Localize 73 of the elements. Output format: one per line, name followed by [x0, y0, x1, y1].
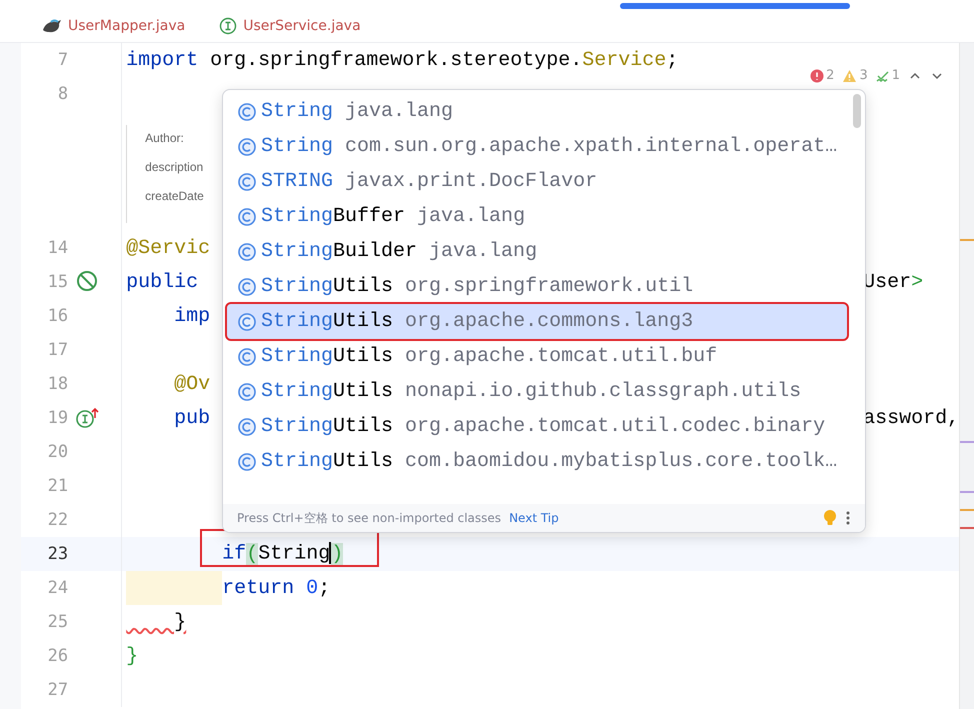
interface-icon — [219, 17, 238, 35]
line-number: 15 — [46, 272, 68, 292]
warning-count[interactable]: 3 — [859, 68, 868, 83]
scrollbar-thumb[interactable] — [853, 94, 861, 128]
class-icon — [237, 346, 257, 366]
line-number: 27 — [46, 680, 68, 700]
bird-icon — [42, 18, 62, 34]
class-icon — [237, 382, 257, 402]
line-number: 21 — [46, 476, 68, 496]
class-icon — [237, 276, 257, 296]
line-number: 23 — [46, 544, 68, 564]
doc-label: createDate — [145, 189, 205, 203]
stripe-mark[interactable] — [960, 239, 974, 241]
code-text: assword, — [863, 406, 960, 430]
code-text: import org.springframework.stereotype.Service; — [126, 48, 678, 72]
code-text: return 0; — [222, 576, 330, 600]
class-icon — [237, 452, 257, 472]
line-number: 25 — [46, 612, 68, 632]
line-number: 17 — [46, 340, 68, 360]
code-text: imp — [173, 304, 210, 328]
lightbulb-icon[interactable] — [823, 509, 837, 527]
line-number: 16 — [46, 306, 68, 326]
code-text: pub — [173, 406, 210, 430]
line-number: 14 — [46, 238, 68, 258]
class-icon — [237, 242, 257, 262]
completion-item[interactable]: StringBuilder java.lang — [227, 234, 847, 269]
doc-label: Author: — [145, 131, 185, 145]
error-count[interactable]: 2 — [826, 68, 834, 83]
completion-item[interactable]: String com.sun.org.apache.xpath.internal.operat… — [227, 129, 847, 164]
code-text: @Servic — [126, 236, 210, 260]
warning-icon[interactable] — [842, 68, 858, 82]
error-icon[interactable] — [810, 68, 824, 82]
code-text: public — [126, 270, 198, 294]
line-number: 7 — [56, 50, 68, 70]
line-number: 19 — [46, 408, 68, 428]
stripe-mark[interactable] — [960, 527, 974, 529]
line-number: 26 — [46, 646, 68, 666]
class-icon — [237, 136, 257, 156]
more-icon[interactable] — [845, 510, 851, 526]
next-tip-link[interactable]: Next Tip — [509, 511, 559, 525]
line-number: 22 — [46, 510, 68, 530]
completion-item[interactable]: StringUtils org.apache.tomcat.util.codec.binary — [227, 409, 847, 444]
class-icon — [237, 206, 257, 226]
doc-label: description — [145, 160, 204, 174]
line-number: 18 — [46, 374, 68, 394]
completion-item[interactable]: StringUtils org.apache.commons.lang3 — [227, 304, 847, 339]
completion-item[interactable]: STRING javax.print.DocFlavor — [227, 164, 847, 199]
class-icon — [237, 416, 257, 436]
line-number: 8 — [56, 84, 68, 104]
class-icon — [237, 102, 257, 122]
completion-item[interactable]: StringBuffer java.lang — [227, 199, 847, 234]
completion-item[interactable]: StringUtils org.springframework.util — [227, 269, 847, 304]
completion-item[interactable]: StringUtils nonapi.io.github.classgraph.utils — [227, 374, 847, 409]
class-icon — [237, 312, 257, 332]
line-number: 20 — [46, 442, 68, 462]
stripe-mark[interactable] — [960, 441, 974, 443]
stripe-mark[interactable] — [960, 491, 974, 493]
code-text: @Ov — [173, 372, 210, 396]
completion-item[interactable]: StringUtils org.apache.tomcat.util.buf — [227, 339, 847, 374]
code-text: } — [173, 610, 186, 634]
hint-text: Press Ctrl+空格 to see non-imported classes — [237, 510, 502, 526]
code-text: } — [126, 644, 138, 668]
completion-item[interactable]: String java.lang — [227, 94, 847, 129]
file-tab[interactable]: UserService.java — [219, 17, 361, 35]
class-icon — [237, 172, 257, 192]
completion-item[interactable]: StringUtils com.baomidou.mybatisplus.core.toolk… — [227, 444, 847, 479]
stripe-mark[interactable] — [960, 509, 974, 511]
code-text: if(String) — [221, 542, 344, 566]
typo-icon[interactable] — [876, 68, 890, 82]
implements-icon[interactable] — [76, 406, 100, 430]
line-number: 24 — [46, 578, 68, 598]
file-tab[interactable]: UserMapper.java — [42, 18, 186, 34]
typo-count[interactable]: 1 — [892, 68, 900, 83]
